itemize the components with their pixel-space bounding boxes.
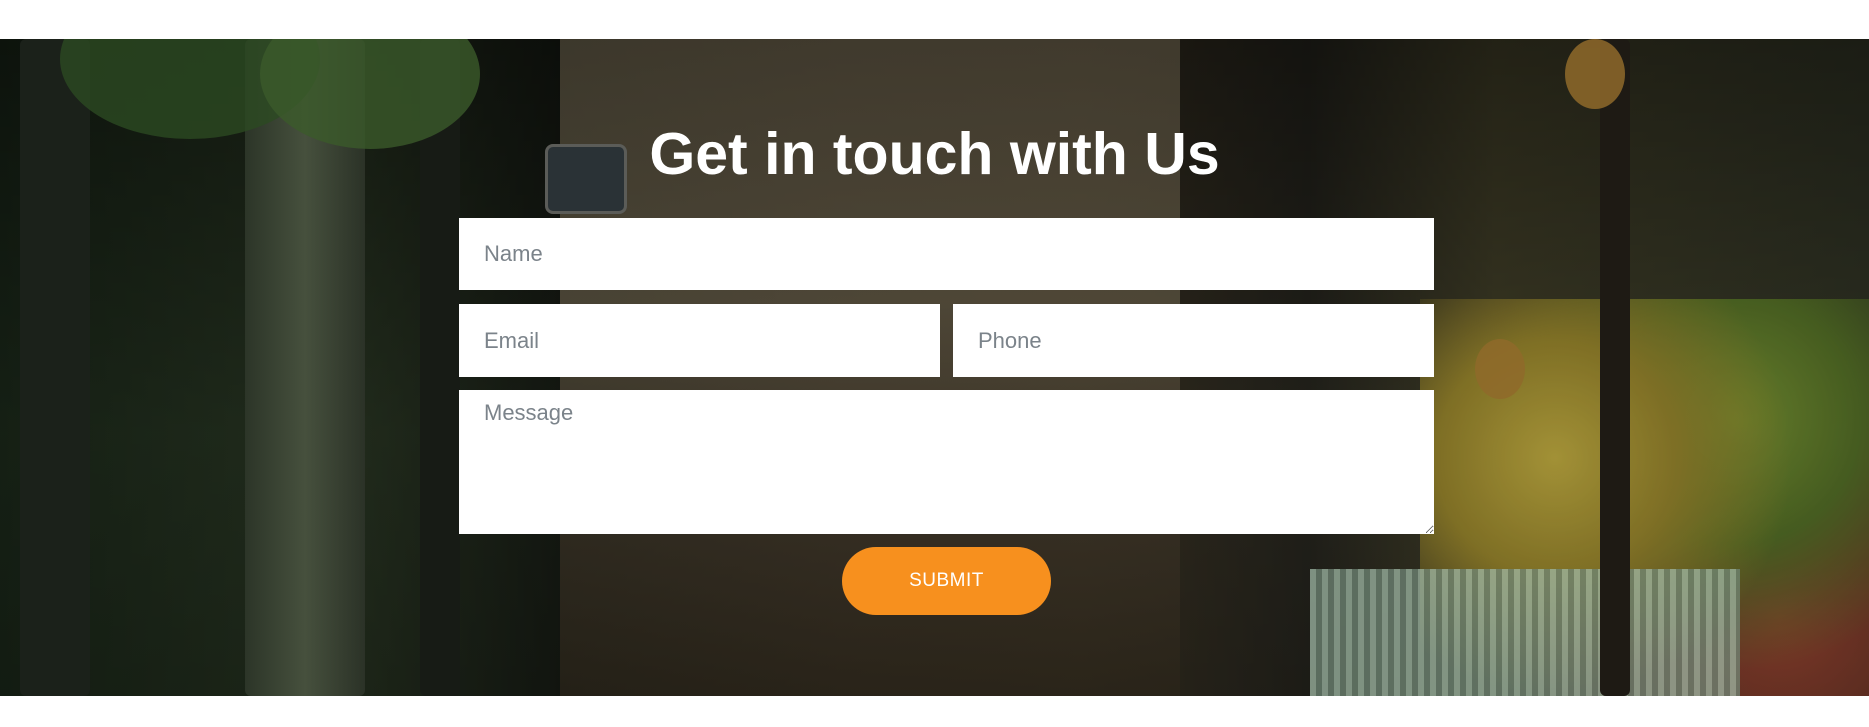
contact-form: Get in touch with Us SUBMIT [0, 39, 1869, 696]
phone-input[interactable] [953, 304, 1434, 377]
email-input[interactable] [459, 304, 940, 377]
submit-button[interactable]: SUBMIT [842, 547, 1051, 615]
section-title: Get in touch with Us [649, 121, 1220, 187]
message-textarea[interactable] [459, 390, 1434, 534]
contact-section: Get in touch with Us SUBMIT [0, 39, 1869, 696]
name-input[interactable] [459, 218, 1434, 290]
page: Get in touch with Us SUBMIT [0, 0, 1869, 727]
